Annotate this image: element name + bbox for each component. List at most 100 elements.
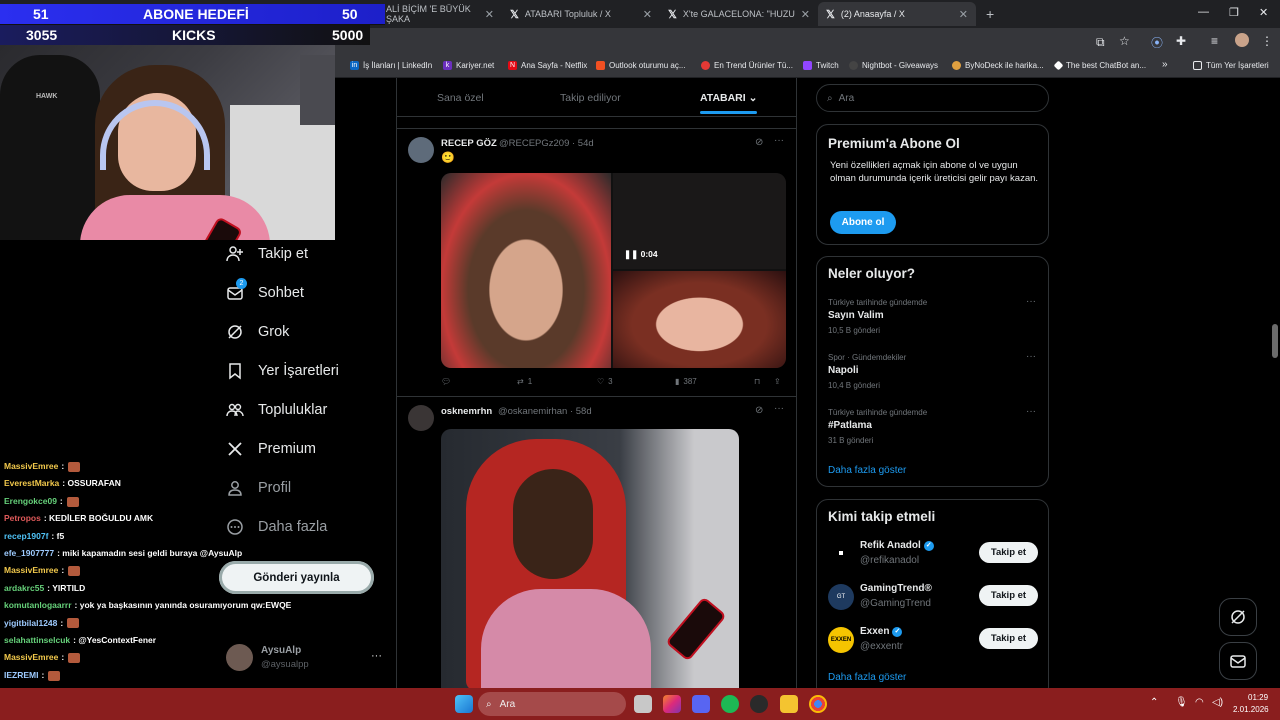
chat-username[interactable]: yigitbilal1248 [4, 618, 57, 628]
account-switcher[interactable]: AysuAlp @aysualpp ··· [226, 642, 386, 674]
follow-button[interactable]: Takip et [979, 628, 1038, 649]
browser-tab[interactable]: 𝕏 ATABARI Topluluk / X ✕ [502, 2, 660, 26]
tab-atabari[interactable]: ATABARI ⌄ [700, 92, 757, 104]
sidenav-item-more[interactable]: Daha fazla [226, 518, 327, 536]
tab-for-you[interactable]: Sana özel [437, 92, 484, 104]
close-tab-icon[interactable]: ✕ [485, 8, 494, 21]
sidenav-item-bookmarks[interactable]: Yer İşaretleri [226, 362, 339, 380]
messages-float-button[interactable] [1219, 642, 1257, 680]
suggested-name[interactable]: GamingTrend® [860, 583, 932, 594]
chat-username[interactable]: komutanlogaarrr [4, 600, 72, 610]
sidenav-item-profile[interactable]: Profil [226, 479, 291, 497]
browser-tab-active[interactable]: 𝕏 (2) Anasayfa / X ✕ [818, 2, 976, 26]
close-tab-icon[interactable]: ✕ [801, 8, 810, 21]
reply-button[interactable]: 💬︎ [441, 377, 451, 386]
suggested-name[interactable]: Exxen ✓ [860, 626, 903, 637]
trend-name[interactable]: Sayın Valim [828, 310, 884, 321]
avatar[interactable] [408, 137, 434, 163]
tray-chevron-icon[interactable]: ⌃ [1150, 697, 1158, 708]
sidenav-item-follow[interactable]: Takip et [226, 245, 308, 263]
pause-icon[interactable]: ❚❚ [624, 249, 638, 259]
chat-username[interactable]: IEZREMI [4, 670, 38, 680]
file-explorer-icon[interactable] [780, 695, 798, 713]
tweet-media[interactable] [441, 429, 739, 690]
tweet-handle[interactable]: @oskanemirhan · 58d [498, 406, 592, 417]
bookmark-item[interactable]: ByNoDeck ile harika... [952, 61, 1044, 70]
sidenav-item-premium[interactable]: Premium [226, 440, 316, 458]
retweet-button[interactable]: ⇄ 1 [517, 377, 532, 386]
grok-icon[interactable]: ⊘ [755, 137, 763, 148]
more-options-icon[interactable]: ··· [774, 403, 784, 414]
tab-following[interactable]: Takip ediliyor [560, 92, 621, 104]
avatar[interactable] [1235, 33, 1249, 47]
wifi-icon[interactable]: ◠ [1195, 697, 1204, 708]
share-button[interactable]: ⇪ [774, 377, 781, 386]
views-button[interactable]: ▮ 387 [675, 377, 697, 386]
more-options-icon[interactable]: ··· [1026, 296, 1036, 307]
chrome-icon[interactable] [809, 695, 827, 713]
grok-float-button[interactable] [1219, 598, 1257, 636]
chat-username[interactable]: ardakrc55 [4, 583, 44, 593]
bookmark-item[interactable]: En Trend Ürünler Tü... [701, 61, 793, 70]
follow-button[interactable]: Takip et [979, 542, 1038, 563]
more-options-icon[interactable]: ··· [1026, 406, 1036, 417]
chat-username[interactable]: Petropos [4, 513, 41, 523]
instagram-icon[interactable] [663, 695, 681, 713]
trend-name[interactable]: #Patlama [828, 420, 872, 431]
media-icon[interactable]: ≡ [1211, 34, 1218, 48]
browser-tab[interactable]: 𝕏 X'te GALACELONA: "HUZURR ✕ [660, 2, 818, 26]
chat-username[interactable]: MassivEmree [4, 652, 58, 662]
obs-icon[interactable] [750, 695, 768, 713]
install-icon[interactable]: ⧉ [1096, 35, 1105, 50]
avatar[interactable] [828, 540, 854, 566]
subscribe-button[interactable]: Abone ol [830, 211, 896, 234]
bookmark-item[interactable]: The best ChatBot an... [1053, 60, 1146, 71]
chat-username[interactable]: Erengokce09 [4, 496, 57, 506]
tweet-handle[interactable]: @RECEPGz209 · 54d [499, 138, 594, 149]
bookmark-item[interactable]: k Kariyer.net [443, 61, 494, 70]
clock-time[interactable]: 01:29 [1248, 693, 1268, 702]
bookmarks-overflow[interactable]: » [1162, 59, 1168, 70]
suggested-name[interactable]: Refik Anadol ✓ [860, 540, 934, 551]
avatar[interactable] [408, 405, 434, 431]
sidenav-item-communities[interactable]: Topluluklar [226, 401, 327, 419]
windows-start-icon[interactable] [455, 695, 473, 713]
search-input[interactable]: ⌕ Ara [816, 84, 1049, 112]
avatar[interactable]: GT [828, 584, 854, 610]
trend-name[interactable]: Napoli [828, 365, 859, 376]
tweet-author[interactable]: osknemrhn [441, 406, 492, 417]
more-options-icon[interactable]: ··· [774, 135, 784, 146]
bookmark-item[interactable]: in İş İlanları | LinkedIn [350, 61, 432, 70]
chat-username[interactable]: MassivEmree [4, 565, 58, 575]
bookmark-item[interactable]: Outlook oturumu aç... [596, 61, 685, 70]
spotify-icon[interactable] [721, 695, 739, 713]
chat-username[interactable]: recep1907f [4, 531, 48, 541]
menu-icon[interactable]: ⋮ [1261, 34, 1273, 48]
like-button[interactable]: ♡ 3 [597, 377, 613, 386]
follow-button[interactable]: Takip et [979, 585, 1038, 606]
chat-username[interactable]: selahattinselcuk [4, 635, 70, 645]
minimize-icon[interactable]: — [1198, 6, 1209, 18]
bookmark-item[interactable]: Nightbot - Giveaways [849, 61, 938, 70]
show-more-follow-link[interactable]: Daha fazla göster [828, 672, 906, 683]
extension-icon[interactable]: ⦿ [1151, 34, 1163, 51]
maximize-icon[interactable]: ❐ [1229, 6, 1239, 19]
bookmark-button[interactable]: ⊓ [754, 377, 760, 386]
tweet[interactable]: RECEP GÖZ @RECEPGz209 · 54d ⊘ ··· 🙂 ❚❚ 0… [397, 128, 796, 396]
sidenav-item-chat[interactable]: 2 Sohbet [226, 278, 304, 302]
star-icon[interactable]: ☆ [1119, 34, 1130, 48]
more-options-icon[interactable]: ··· [371, 650, 382, 662]
more-options-icon[interactable]: ··· [1026, 351, 1036, 362]
close-tab-icon[interactable]: ✕ [959, 8, 968, 21]
microphone-icon[interactable]: 🎙︎ [1175, 697, 1188, 708]
chat-username[interactable]: EverestMarka [4, 478, 59, 488]
discord-icon[interactable] [692, 695, 710, 713]
new-tab-button[interactable]: + [978, 2, 998, 26]
avatar[interactable]: EXXEN [828, 627, 854, 653]
grok-icon[interactable]: ⊘ [755, 405, 763, 416]
volume-icon[interactable]: ◁) [1212, 697, 1223, 708]
show-more-trends-link[interactable]: Daha fazla göster [828, 465, 906, 476]
sidenav-item-grok[interactable]: Grok [226, 323, 289, 341]
tweet-media[interactable]: ❚❚ 0:04 [441, 173, 786, 368]
taskbar-search[interactable]: ⌕ Ara [478, 692, 626, 716]
